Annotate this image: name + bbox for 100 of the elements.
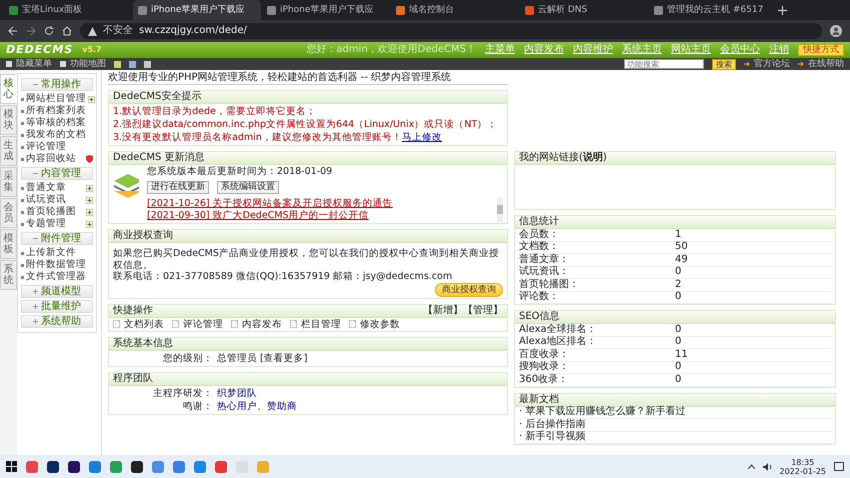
reload-icon[interactable] (44, 26, 54, 36)
add-icon[interactable] (86, 184, 93, 192)
shield-icon[interactable] (86, 155, 93, 163)
stat-label: 360收录： (519, 374, 570, 386)
favicon-icon (9, 6, 18, 14)
panel-title: 信息统计 (519, 216, 559, 228)
field-value[interactable]: 热心用户、赞助商 (217, 400, 297, 413)
add-icon[interactable] (86, 196, 93, 204)
menu-link[interactable]: 附件数据管理 (26, 259, 86, 271)
news-link[interactable]: [2021-10-26] 关于授权网站备案及开启授权服务的通告 (147, 198, 497, 210)
side-tab[interactable]: 采集 (0, 167, 17, 197)
side-tab[interactable]: 模块 (0, 105, 17, 135)
header-link[interactable]: 【新增】 (423, 304, 463, 317)
add-icon[interactable] (86, 220, 93, 228)
add-icon[interactable] (88, 96, 95, 102)
browser-tab[interactable]: 云解析 DNS (520, 0, 648, 20)
quick-link[interactable]: 文档列表 (124, 318, 164, 330)
forward-icon[interactable] (26, 26, 36, 36)
update-button[interactable]: 系统编辑设置 (217, 181, 279, 194)
field-value[interactable]: 织梦团队 (217, 386, 257, 400)
address-bar[interactable]: 不安全 sw.czzqjgy.com/dede/ (80, 23, 822, 39)
menu-group-header[interactable]: 附件管理 (21, 232, 93, 245)
menu-link[interactable]: 所有档案列表 (26, 105, 86, 117)
document-icon (349, 320, 356, 328)
tab-title: iPhone苹果用户下载应 (151, 4, 244, 16)
side-tab[interactable]: 会员 (0, 198, 17, 228)
speaker-icon[interactable] (762, 462, 772, 470)
app-icon[interactable] (47, 460, 59, 472)
browser-tab[interactable]: 域名控制台 (391, 0, 519, 20)
skin-swatch[interactable] (114, 60, 121, 68)
back-icon[interactable] (8, 26, 18, 36)
header-link[interactable]: 【管理】 (463, 304, 503, 317)
app-icon[interactable] (68, 460, 80, 472)
search-field[interactable]: 功能搜索 (624, 59, 704, 69)
browser-tab[interactable]: iPhone苹果用户下载应 (133, 0, 261, 20)
clock-time[interactable]: 18:35 (780, 458, 826, 466)
menu-group-header[interactable]: 批量维护 (21, 300, 93, 313)
bullet-icon (21, 210, 24, 214)
notification-icon[interactable] (834, 462, 844, 472)
menu-link[interactable]: 内容回收站 (26, 153, 76, 165)
scrollbar[interactable] (497, 198, 503, 222)
doc-link[interactable]: · 苹果下载应用赚钱怎么赚？新手看过 (519, 406, 686, 418)
stat-value: 11 (675, 348, 688, 361)
browser-tab[interactable]: 宝塔Linux面板 (4, 0, 132, 20)
tab-title: 管理我的云主机 #6517 (667, 4, 764, 16)
menu-link[interactable]: 网站栏目管理 (26, 93, 86, 105)
menu-link[interactable]: 上传新文件 (26, 247, 76, 259)
menu-group-header[interactable]: 常用操作 (21, 78, 93, 91)
toolbar-link[interactable]: 隐藏菜单 (16, 58, 52, 70)
menu-link[interactable]: 试玩资讯 (26, 194, 66, 206)
doc-link[interactable]: · 新手引导视频 (519, 431, 586, 444)
doc-link[interactable]: · 后台操作指南 (519, 418, 586, 431)
field-label: 您的级别： (162, 352, 213, 365)
warning-icon (88, 26, 97, 36)
quick-link[interactable]: 评论管理 (183, 318, 223, 330)
stat-value: 1 (675, 228, 682, 241)
news-link[interactable]: [2021-09-30] 致广大DedeCMS用户的一封公开信 (147, 210, 497, 222)
side-tab[interactable]: 生成 (0, 136, 17, 166)
new-tab-icon[interactable] (778, 6, 787, 14)
menu-group-header[interactable]: 内容管理 (21, 167, 93, 180)
toolbar-link[interactable]: 官方论坛 (754, 58, 790, 70)
expand-icon (33, 304, 38, 309)
menu-group-header[interactable]: 频道模型 (21, 285, 93, 298)
chevron-icon[interactable] (748, 464, 754, 469)
side-tab[interactable]: 系统 (0, 260, 17, 290)
warning-text: 3.没有更改默认管理员名称admin，建议您修改为其他管理账号！ (113, 132, 402, 143)
menu-group-header[interactable]: 系统帮助 (21, 315, 93, 328)
quick-link[interactable]: 修改参数 (360, 318, 400, 330)
menu-link[interactable]: 我发布的文档 (26, 129, 86, 141)
browser-tab[interactable]: 管理我的云主机 #6517 (649, 0, 777, 20)
toolbar-link[interactable]: 功能地图 (70, 58, 106, 70)
skin-swatch[interactable] (129, 60, 136, 68)
fix-link[interactable]: 马上修改 (402, 132, 442, 143)
browser-tab[interactable]: iPhone苹果用户下载应 (262, 0, 390, 20)
side-tab[interactable]: 模板 (0, 229, 17, 259)
update-button[interactable]: 进行在线更新 (147, 181, 209, 194)
quick-link[interactable]: 栏目管理 (301, 318, 341, 330)
license-button[interactable]: 商业授权查询 (435, 282, 503, 297)
stat-label: 普通文章： (519, 254, 570, 266)
profile-icon[interactable] (830, 25, 842, 37)
shortcut-dropdown[interactable]: 快捷方式 (798, 44, 844, 56)
menu-link[interactable]: 普通文章 (26, 182, 66, 194)
menu-link[interactable]: 文件式管理器 (26, 271, 86, 283)
quick-link[interactable]: 内容发布 (242, 318, 282, 330)
home-icon[interactable] (62, 26, 72, 36)
add-icon[interactable] (86, 208, 93, 216)
search-button[interactable]: 搜索 (712, 58, 736, 70)
menu-link[interactable]: 等审核的档案 (26, 117, 86, 129)
panel-title: DedeCMS 更新消息 (113, 152, 204, 164)
menu-link[interactable]: 专题管理 (26, 218, 66, 230)
skin-swatch[interactable] (144, 60, 151, 68)
menu-link[interactable]: 评论管理 (26, 141, 66, 153)
panel-title: 程序团队 (113, 372, 153, 385)
windows-logo-icon[interactable] (6, 461, 17, 472)
stat-value: 0 (675, 361, 682, 374)
toolbar-link[interactable]: 在线帮助 (808, 58, 844, 70)
side-tab[interactable]: 核心 (0, 74, 17, 104)
menu-link[interactable]: 首页轮播图 (26, 206, 76, 218)
app-icon[interactable] (131, 460, 143, 472)
clock-date[interactable]: 2022-01-25 (780, 466, 826, 476)
